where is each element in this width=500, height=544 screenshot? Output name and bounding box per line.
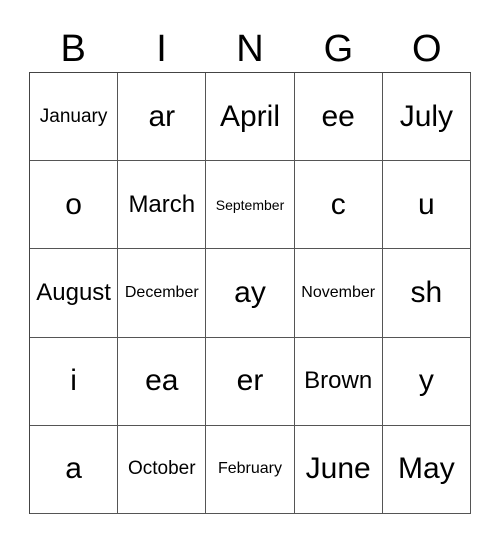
bingo-cell[interactable]: August	[30, 249, 119, 338]
bingo-cell[interactable]: o	[30, 161, 119, 250]
bingo-cell[interactable]: ea	[118, 337, 207, 426]
bingo-cell[interactable]: sh	[382, 249, 471, 338]
bingo-cell[interactable]: Brown	[294, 337, 383, 426]
bingo-cell[interactable]: December	[118, 249, 207, 338]
header-letter-b: B	[60, 28, 86, 70]
bingo-cell[interactable]: November	[294, 249, 383, 338]
bingo-cell[interactable]: y	[382, 337, 471, 426]
bingo-cell[interactable]: September	[206, 161, 295, 250]
bingo-cell[interactable]: u	[382, 161, 471, 250]
bingo-cell[interactable]: ee	[294, 73, 383, 162]
bingo-cell[interactable]: ar	[118, 73, 207, 162]
bingo-header: B I N G O	[29, 26, 471, 72]
bingo-cell[interactable]: er	[206, 337, 295, 426]
bingo-cell[interactable]: c	[294, 161, 383, 250]
header-letter-i: I	[156, 28, 167, 70]
bingo-board: January ar April ee July o March Septemb…	[29, 72, 471, 514]
header-letter-g: G	[323, 28, 354, 70]
bingo-cell[interactable]: July	[382, 73, 471, 162]
header-letter-o: O	[411, 28, 442, 70]
bingo-cell[interactable]: a	[30, 425, 119, 514]
bingo-cell[interactable]: i	[30, 337, 119, 426]
bingo-cell[interactable]: May	[382, 425, 471, 514]
bingo-cell[interactable]: ay	[206, 249, 295, 338]
bingo-cell[interactable]: June	[294, 425, 383, 514]
bingo-cell[interactable]: October	[118, 425, 207, 514]
bingo-cell[interactable]: February	[206, 425, 295, 514]
bingo-cell[interactable]: April	[206, 73, 295, 162]
header-letter-n: N	[236, 28, 264, 70]
bingo-cell[interactable]: March	[118, 161, 207, 250]
bingo-cell[interactable]: January	[30, 73, 119, 162]
